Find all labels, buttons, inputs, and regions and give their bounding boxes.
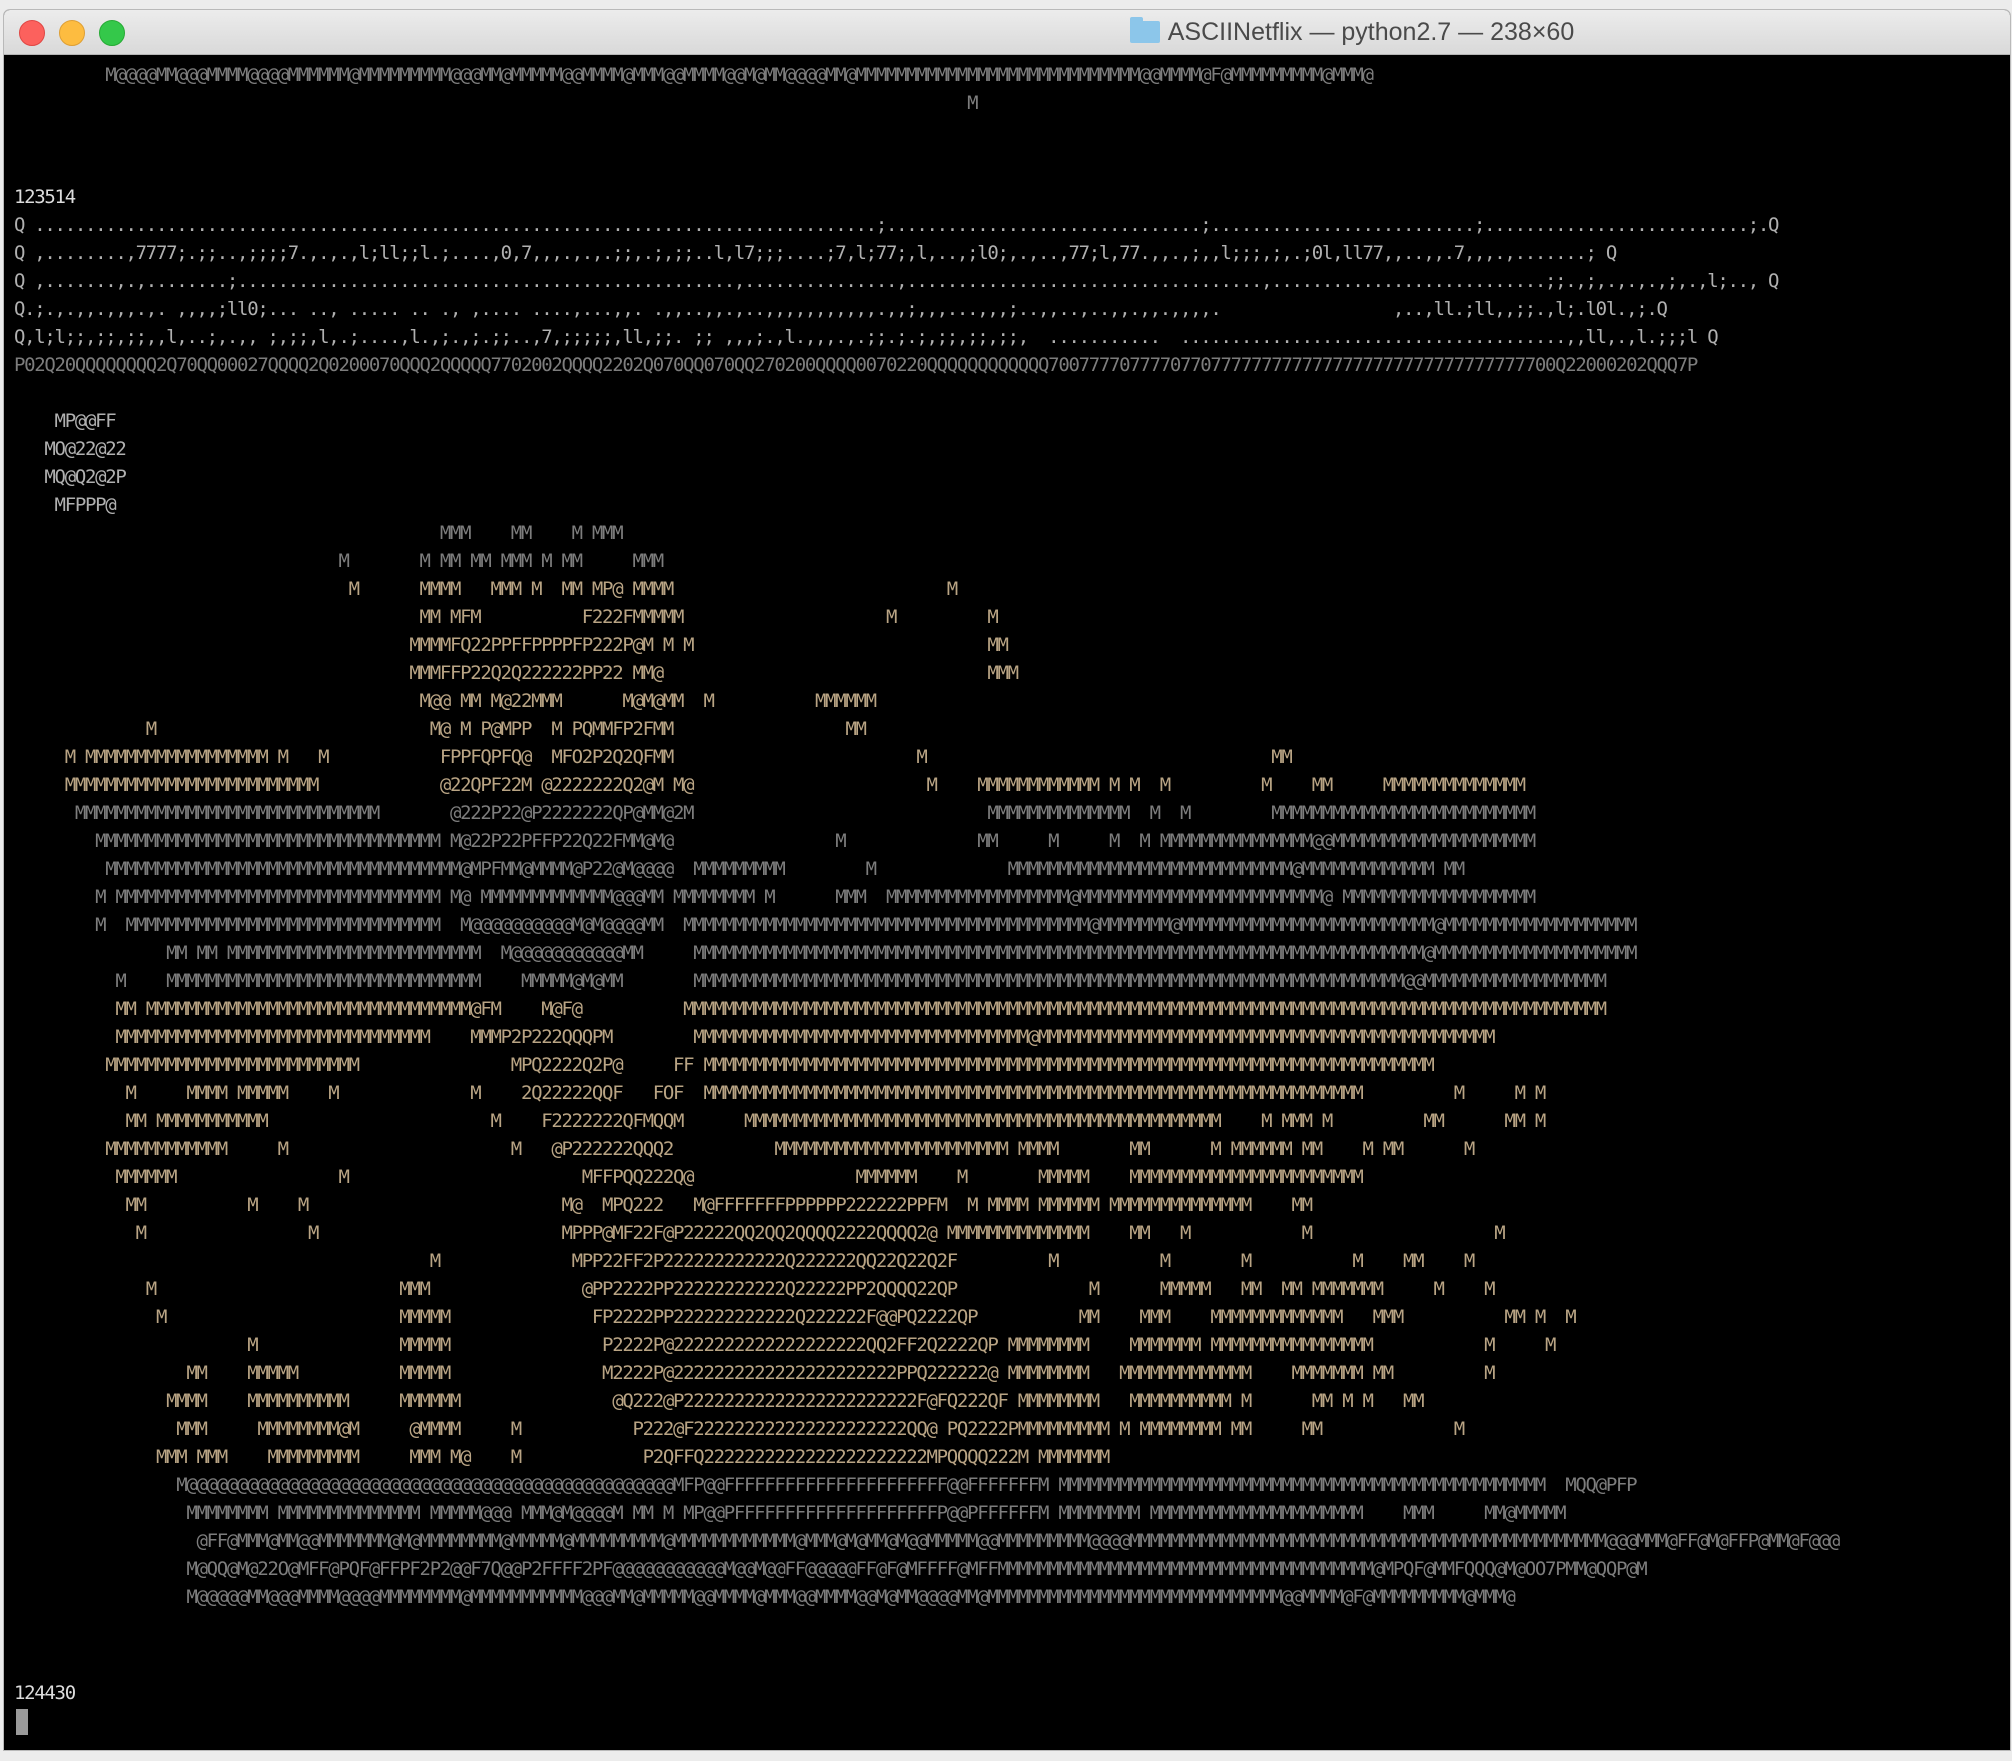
scene-line: M M@ M P@MPP M PQMMFP2FMM MM — [14, 718, 867, 740]
scene-line: M MMMMM FP2222PP222222222222Q222222F@@PQ… — [14, 1306, 1577, 1328]
scene-line: MMMMMMMMMMMMMMMMMMMMMMMMM MPQ2222Q2P@ FF… — [14, 1054, 1435, 1076]
scene-line: M M MM MM MMM M MM MMM — [14, 550, 664, 572]
scene-line: M@@@@@@@@@@@@@@@@@@@@@@@@@@@@@@@@@@@@@@@… — [14, 1474, 1637, 1496]
frame-counter-bottom: 124430 — [14, 1682, 76, 1704]
title-bar[interactable]: ASCIINetflix — python2.7 — 238×60 — [4, 10, 2010, 55]
scene-line: M MMMMMMMMMMMMMMMMMM M M FPPFQPFQ@ MFO2P… — [14, 746, 1293, 768]
logo-line-4: MFPPP@ — [14, 494, 117, 516]
scene-line: MM MMMMM MMMMM M2222P@222222222222222222… — [14, 1362, 1495, 1384]
terminal-content[interactable]: M@@@@MM@@@MMMM@@@@MMMMMM@MMMMMMMMM@@@MM@… — [4, 55, 2010, 1750]
window-title: ASCIINetflix — python2.7 — 238×60 — [4, 10, 2010, 54]
scene-line: M@QQ@M@22O@MFF@PQF@FFPF2P2@@F7Q@@P2FFFF2… — [14, 1558, 1647, 1580]
terminal-cursor — [16, 1709, 28, 1735]
window-title-text: ASCIINetflix — python2.7 — 238×60 — [1167, 18, 1575, 46]
scene-line: M MMMMMMMMMMMMMMMMMMMMMMMMMMMMMMM M@@@@@… — [14, 914, 1637, 936]
scene-line: M MMMM MMM M MM MP@ MMMM M — [14, 578, 959, 600]
scene-line: @FF@MMM@MM@@MMMMMMM@M@MMMMMMMM@MMMMM@MMM… — [14, 1530, 1841, 1552]
digits-line: P02Q20QQQQQQQQ2Q70QQ00027QQQQ2Q0200070QQ… — [14, 354, 1698, 376]
dots-line-3: Q ,.......,.,........;..................… — [14, 270, 1779, 292]
dots-line-4: Q.;.,.,,.,,,.,. ,,,,;ll0;... .., ..... .… — [14, 298, 1668, 320]
scene-line: MMM MM M MMM — [14, 522, 624, 544]
folder-icon — [1129, 17, 1160, 43]
scene-line: MMMM MMMMMMMMMM MMMMMM @Q222@P2222222222… — [14, 1390, 1425, 1412]
logo-line-2: MO@22@22 — [14, 438, 126, 460]
scene-line: MMMMMM M MFFPQQ222Q@ MMMMMM M MMMMM MMMM… — [14, 1166, 1363, 1188]
terminal-window: ASCIINetflix — python2.7 — 238×60 M@@@@M… — [4, 10, 2010, 1750]
scene-line: MM MFM F222FMMMMM M M — [14, 606, 999, 628]
scene-line: MM M M M@ MPQ222 M@FFFFFFFPPPPPP222222PP… — [14, 1194, 1314, 1216]
scene-line: MMMMMMMMMMMMMMMMMMMMMMMMMMMMMM @222P22@P… — [14, 802, 1536, 824]
dots-line-1: Q ......................................… — [14, 214, 1779, 236]
dots-line-2: Q ,........,7777;.;;..,;;;;7.,.,.,l;ll;;… — [14, 242, 1617, 264]
scene-line: MM MMMMMMMMMMM M F2222222QFMQQM MMMMMMMM… — [14, 1110, 1547, 1132]
scene-line: M MMMMMMMMMMMMMMMMMMMMMMMMMMMMMMM MMMMM@… — [14, 970, 1607, 992]
scene-line: M MMMMM P2222P@2222222222222222222QQ2FF2… — [14, 1334, 1556, 1356]
header-line-2: M — [14, 92, 978, 114]
scene-line: MM MMMMMMMMMMMMMMMMMMMMMMMMMMMMMMMM@FM M… — [14, 998, 1607, 1020]
scene-line: MMMFFP22Q2Q222222PP22 MM@ MMM — [14, 662, 1019, 684]
scene-line: MMMMFQ22PPFFPPPPFP222P@M M M MM — [14, 634, 1009, 656]
scene-line: M MMMM MMMMM M M 2Q22222QQF FOF MMMMMMMM… — [14, 1082, 1547, 1104]
scene-line: MMMMMMMM MMMMMMMMMMMMMM MMMMM@@@ MMM@M@@… — [14, 1502, 1566, 1524]
dots-line-5: Q,l;l;;,;;,;;,,l,..;,.,, ;,;;,l,.;....,l… — [14, 326, 1719, 348]
scene-line: M MMM @PP2222PP22222222222Q22222PP2QQQQ2… — [14, 1278, 1496, 1300]
scene-line: MM MM MMMMMMMMMMMMMMMMMMMMMMMMM M@@@@@@@… — [14, 942, 1637, 964]
scene-line: MMMMMMMMMMMM M M @P222222QQQ2 MMMMMMMMMM… — [14, 1138, 1475, 1160]
scene-line: MMM MMMMMMMM@M @MMMM M P222@F22222222222… — [14, 1418, 1465, 1440]
logo-line-3: MQ@Q2@2P — [14, 466, 126, 488]
logo-line-1: MP@@FF — [14, 410, 117, 432]
scene-line: MMMMMMMMMMMMMMMMMMMMMMMMMMMMMMM MMMP2P22… — [14, 1026, 1495, 1048]
scene-line: MMMMMMMMMMMMMMMMMMMMMMMMM @22QPF22M @222… — [14, 774, 1526, 796]
scene-line: M@@@@@MM@@@MMMM@@@@MMMMMMMM@MMMMMMMMMMM@… — [14, 1586, 1516, 1608]
frame-counter-top: 123514 — [14, 186, 76, 208]
scene-line: MMMMMMMMMMMMMMMMMMMMMMMMMMMMMMMMMMM@MPFM… — [14, 858, 1465, 880]
scene-line: M@@ MM M@22MMM M@M@MM M MMMMMM — [14, 690, 878, 712]
scene-line: M MPP22FF2P222222222222Q222222QQ22Q22Q2F… — [14, 1250, 1476, 1272]
scene-line: M M MPPP@MF22F@P22222QQ2QQ2QQQQ2222QQQQ2… — [14, 1222, 1506, 1244]
scene-line: MMMMMMMMMMMMMMMMMMMMMMMMMMMMMMMMMM M@22P… — [14, 830, 1536, 852]
scene-line: M MMMMMMMMMMMMMMMMMMMMMMMMMMMMMMMM M@ MM… — [14, 886, 1536, 908]
scene-line: MMM MMM MMMMMMMMM MMM M@ M P2QFFQ2222222… — [14, 1446, 1110, 1468]
header-line-1: M@@@@MM@@@MMMM@@@@MMMMMM@MMMMMMMMM@@@MM@… — [14, 64, 1374, 86]
